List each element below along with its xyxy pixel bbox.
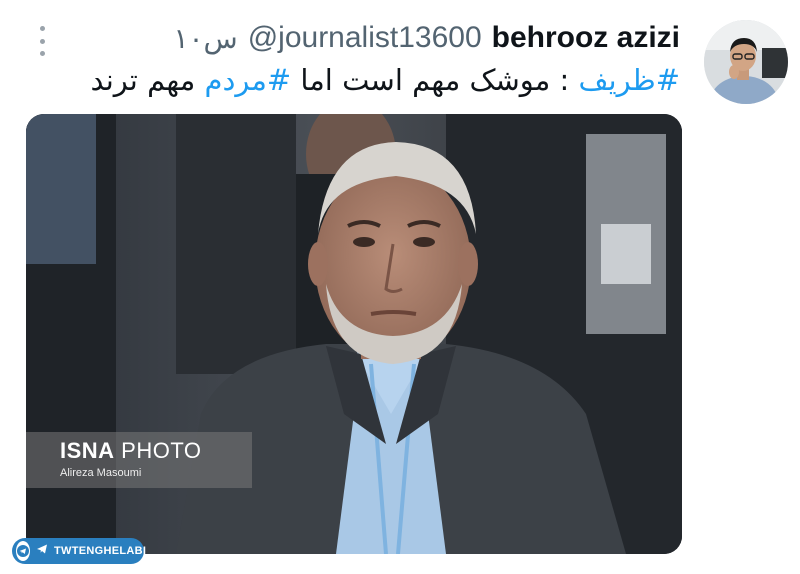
tweet-text-segment: مهم ترند bbox=[90, 63, 205, 97]
tweet-photo[interactable]: ISNA PHOTO Alireza Masoumi bbox=[26, 114, 682, 554]
watermark-brand: ISNA PHOTO bbox=[60, 438, 202, 463]
photo-illustration bbox=[26, 114, 682, 554]
channel-name: TWTENGHELABI bbox=[54, 545, 147, 557]
photo-watermark: ISNA PHOTO Alireza Masoumi bbox=[26, 432, 252, 488]
watermark-credit: Alireza Masoumi bbox=[60, 467, 142, 479]
channel-logo-icon bbox=[16, 541, 30, 561]
display-name[interactable]: behrooz azizi bbox=[492, 21, 680, 55]
tweet-card[interactable]: behrooz azizi @journalist13600 ۱۰س #ظریف… bbox=[0, 0, 800, 574]
avatar[interactable] bbox=[704, 20, 788, 104]
tweet-header: behrooz azizi @journalist13600 ۱۰س bbox=[173, 18, 680, 58]
hashtag-mardom[interactable]: #مردم bbox=[205, 63, 292, 97]
channel-badge: TWTENGHELABI bbox=[12, 538, 147, 564]
tweet-text-segment: : موشک مهم است اما bbox=[291, 63, 579, 97]
hashtag-zarif[interactable]: #ظریف bbox=[579, 63, 680, 97]
telegram-icon bbox=[36, 542, 48, 560]
tweet-text: #ظریف : موشک مهم است اما #مردم مهم ترند bbox=[90, 60, 680, 100]
user-handle[interactable]: @journalist13600 bbox=[248, 21, 482, 55]
timestamp[interactable]: ۱۰س bbox=[173, 22, 237, 55]
more-vertical-icon[interactable] bbox=[36, 26, 48, 56]
